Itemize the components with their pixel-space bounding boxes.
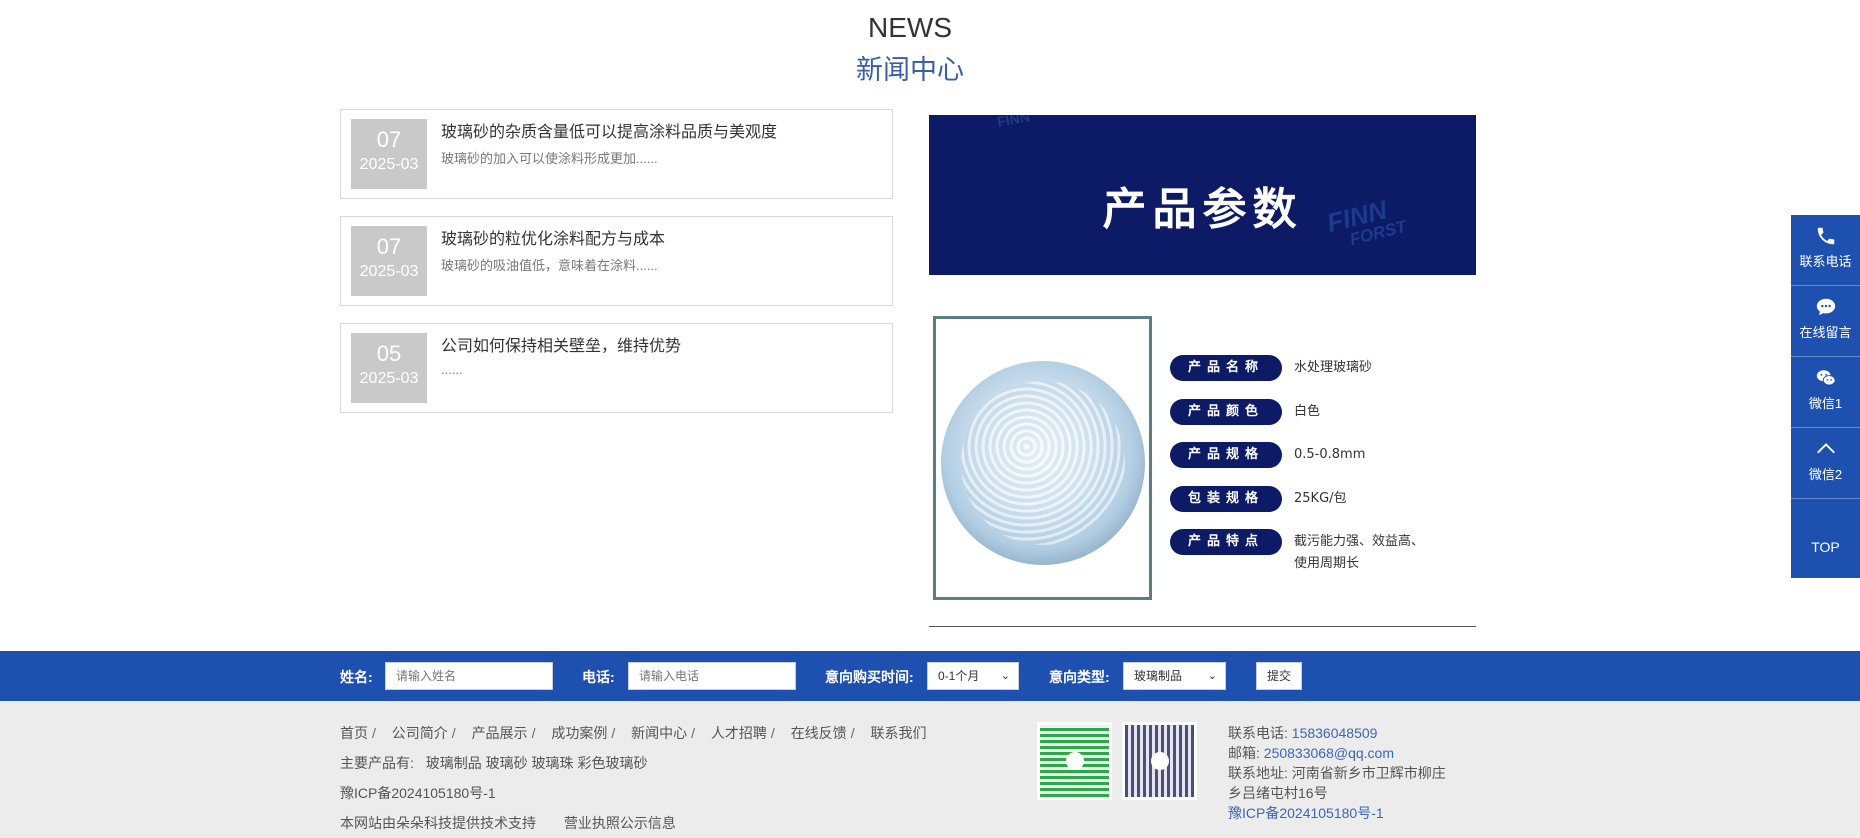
news-year-month: 2025-03 <box>359 263 419 280</box>
spec-label: 包装规格 <box>1170 486 1282 512</box>
wechat-icon <box>1816 370 1836 386</box>
news-title[interactable]: 玻璃砂的粒优化涂料配方与成本 <box>441 225 665 249</box>
main-products-label: 主要产品有: <box>340 755 414 771</box>
back-to-top-button[interactable]: TOP <box>1791 499 1860 569</box>
banner-watermark-small: FINN <box>995 115 1031 130</box>
news-item[interactable]: 07 2025-03 玻璃砂的杂质含量低可以提高涂料品质与美观度 玻璃砂的加入可… <box>340 109 893 199</box>
name-label: 姓名: <box>340 669 373 685</box>
submit-button[interactable]: 提交 <box>1256 662 1302 690</box>
news-year-month: 2025-03 <box>359 370 419 387</box>
news-item[interactable]: 07 2025-03 玻璃砂的粒优化涂料配方与成本 玻璃砂的吸油值低，意味着在涂… <box>340 216 893 306</box>
email-link[interactable]: 250833068@qq.com <box>1264 745 1394 761</box>
news-title[interactable]: 玻璃砂的杂质含量低可以提高涂料品质与美观度 <box>441 118 777 142</box>
side-wechat1-label: 微信1 <box>1808 396 1843 411</box>
product-image <box>933 316 1152 600</box>
news-date: 07 2025-03 <box>351 226 427 296</box>
news-summary: 玻璃砂的加入可以使涂料形成更加...... <box>441 151 658 166</box>
footer-nav-about[interactable]: 公司简介 <box>392 725 448 741</box>
phone-label: 电话: <box>582 669 615 685</box>
chevron-down-icon: ⌄ <box>1207 670 1217 682</box>
contact-phone: 联系电话: 15836048509 <box>1228 725 1378 741</box>
contact-address: 联系地址: 河南省新乡市卫辉市柳庄 <box>1228 765 1446 781</box>
spec-value: 水处理玻璃砂 <box>1294 360 1373 375</box>
glass-sand-photo <box>941 361 1145 565</box>
news-day: 07 <box>376 127 402 152</box>
license-link[interactable]: 营业执照公示信息 <box>564 815 676 831</box>
wechat-qr-code-2 <box>1122 722 1197 800</box>
phone-link[interactable]: 15836048509 <box>1292 725 1378 741</box>
news-summary: ...... <box>441 362 463 377</box>
inquiry-form: 姓名: 电话: 意向购买时间: 0-1个月 ⌄ 意向类型: 玻璃制品 ⌄ 提交 <box>0 651 1860 701</box>
chevron-up-icon <box>1816 443 1835 454</box>
purchase-time-select[interactable]: 0-1个月 ⌄ <box>927 662 1019 690</box>
main-products: 主要产品有: 玻璃制品 玻璃砂 玻璃珠 彩色玻璃砂 <box>340 753 647 773</box>
side-phone-label: 联系电话 <box>1799 254 1852 269</box>
intent-type-label: 意向类型: <box>1049 669 1110 685</box>
footer-nav-contact[interactable]: 联系我们 <box>870 725 926 741</box>
spec-value: 0.5-0.8mm <box>1294 447 1366 462</box>
side-message-label: 在线留言 <box>1799 325 1852 340</box>
tech-support-text: 本网站由朵朵科技提供技术支持 <box>340 815 536 831</box>
product-banner: FINN 产品参数 FINN FORST <box>929 115 1476 275</box>
news-title[interactable]: 公司如何保持相关壁垒，维持优势 <box>441 332 681 356</box>
phone-icon <box>1817 227 1834 245</box>
news-item[interactable]: 05 2025-03 公司如何保持相关壁垒，维持优势 ...... <box>340 323 893 413</box>
footer-nav: 首页 / 公司简介 / 产品展示 / 成功案例 / 新闻中心 / 人才招聘 / 在线反馈 / … <box>340 725 927 741</box>
chevron-down-icon: ⌄ <box>1000 670 1010 682</box>
purchase-time-label: 意向购买时间: <box>825 669 914 685</box>
news-summary: 玻璃砂的吸油值低，意味着在涂料...... <box>441 258 658 273</box>
side-phone-button[interactable]: 联系电话 <box>1791 215 1860 286</box>
intent-type-value: 玻璃制品 <box>1134 669 1183 683</box>
footer-nav-news[interactable]: 新闻中心 <box>631 725 687 741</box>
spec-value-line2: 使用周期长 <box>1294 556 1360 571</box>
footer-nav-feedback[interactable]: 在线反馈 <box>791 725 847 741</box>
footer: 首页 / 公司简介 / 产品展示 / 成功案例 / 新闻中心 / 人才招聘 / 在线反馈 / … <box>0 701 1860 838</box>
side-wechat1-button[interactable]: 微信1 <box>1791 357 1860 428</box>
back-to-top-label: TOP <box>1811 539 1840 555</box>
spec-label: 产品名称 <box>1170 355 1282 381</box>
intent-type-select[interactable]: 玻璃制品 ⌄ <box>1123 662 1226 690</box>
spec-value: 白色 <box>1294 404 1321 419</box>
phone-input[interactable] <box>628 662 796 690</box>
address-text: 河南省新乡市卫辉市柳庄 <box>1291 765 1446 781</box>
divider <box>929 626 1476 627</box>
spec-label: 产品特点 <box>1170 529 1282 555</box>
section-title-cn: 新闻中心 <box>856 55 964 85</box>
purchase-time-value: 0-1个月 <box>938 669 980 683</box>
section-title-en: NEWS <box>868 12 952 43</box>
spec-value: 25KG/包 <box>1294 491 1347 506</box>
footer-nav-jobs[interactable]: 人才招聘 <box>711 725 767 741</box>
icp-link[interactable]: 豫ICP备2024105180号-1 <box>1228 803 1384 823</box>
news-year-month: 2025-03 <box>359 156 419 173</box>
footer-nav-home[interactable]: 首页 <box>340 725 368 741</box>
wechat-qr-code <box>1037 722 1112 800</box>
news-day: 05 <box>376 341 402 366</box>
side-wechat2-button[interactable]: 微信2 <box>1791 428 1860 499</box>
footer-nav-cases[interactable]: 成功案例 <box>551 725 607 741</box>
news-date: 07 2025-03 <box>351 119 427 189</box>
contact-address-line2: 乡吕绪屯村16号 <box>1228 785 1328 801</box>
name-input[interactable] <box>385 662 553 690</box>
side-toolbar: 联系电话 在线留言 微信1 微信2 TOP <box>1791 215 1860 578</box>
spec-value: 截污能力强、效益高、 <box>1294 534 1425 549</box>
icp-number[interactable]: 豫ICP备2024105180号-1 <box>340 783 496 803</box>
side-message-button[interactable]: 在线留言 <box>1791 286 1860 357</box>
message-icon <box>1816 298 1835 316</box>
side-wechat2-label: 微信2 <box>1808 467 1843 482</box>
spec-label: 产品颜色 <box>1170 399 1282 425</box>
spec-label: 产品规格 <box>1170 442 1282 468</box>
contact-email: 邮箱: 250833068@qq.com <box>1228 745 1394 761</box>
support-row: 本网站由朵朵科技提供技术支持 营业执照公示信息 <box>340 813 676 833</box>
main-products-list: 玻璃制品 玻璃砂 玻璃珠 彩色玻璃砂 <box>425 755 648 771</box>
footer-nav-products[interactable]: 产品展示 <box>472 725 528 741</box>
news-day: 07 <box>376 234 402 259</box>
news-date: 05 2025-03 <box>351 333 427 403</box>
